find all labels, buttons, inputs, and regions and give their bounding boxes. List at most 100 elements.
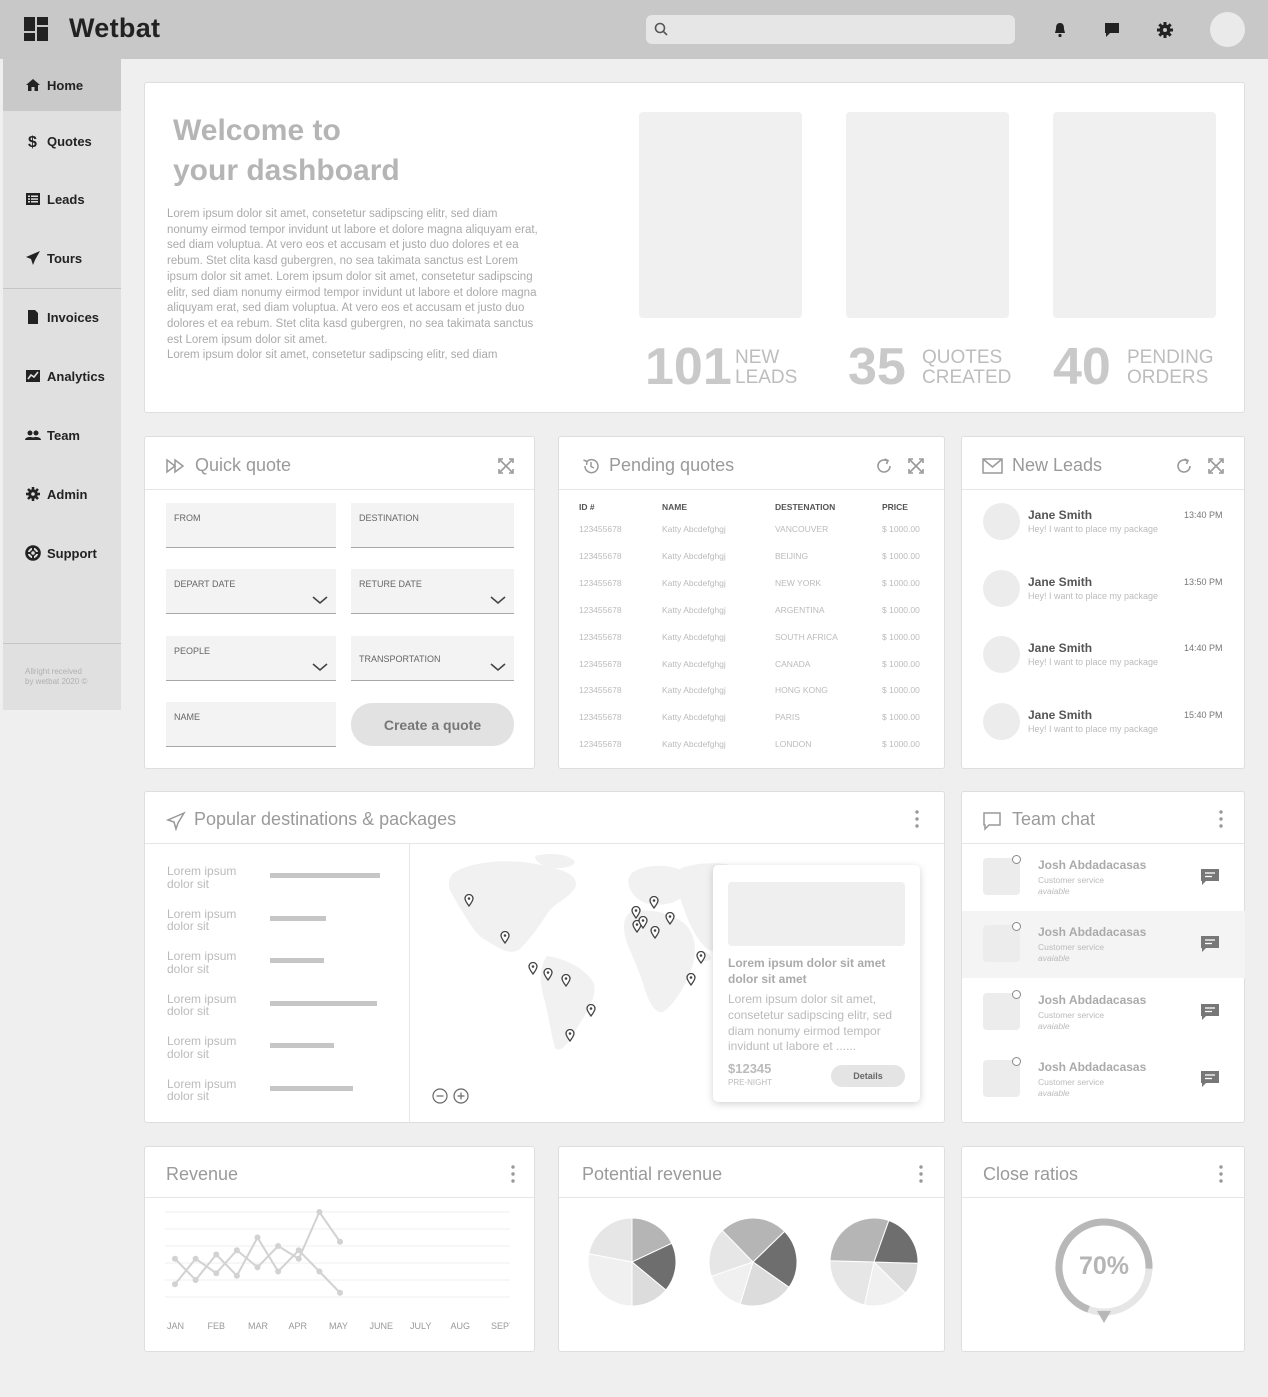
x-tick-label: JAN (167, 1321, 184, 1331)
revenue-data-point (192, 1277, 199, 1283)
column-header: PRICE (882, 502, 908, 512)
member-status: avaiable (1038, 1020, 1070, 1031)
more-options-icon[interactable] (1219, 810, 1223, 828)
sidebar-item-invoices[interactable]: Invoices (3, 291, 121, 343)
table-cell: 123455678 (579, 685, 622, 696)
destination-field[interactable]: DESTINATION (351, 503, 514, 548)
map-pin-icon[interactable] (528, 962, 538, 975)
revenue-data-point (172, 1255, 178, 1262)
more-options-icon[interactable] (1219, 1165, 1223, 1183)
map-pin-icon[interactable] (561, 974, 571, 987)
create-quote-button[interactable]: Create a quote (351, 703, 514, 746)
more-options-icon[interactable] (915, 810, 919, 828)
destination-bar (270, 1043, 334, 1048)
welcome-card: Welcome to your dashboard Lorem ipsum do… (144, 82, 1245, 413)
map-pin-icon[interactable] (649, 896, 659, 909)
sidebar-item-admin[interactable]: Admin (3, 468, 121, 520)
stat-label-line: PENDING (1127, 347, 1214, 368)
zoom-out-icon[interactable] (432, 1088, 448, 1104)
destination-label: Lorem ipsum dolor sit (167, 1077, 257, 1103)
stat-label-pending-orders: PENDING ORDERS (1127, 348, 1227, 388)
chat-member[interactable]: Josh Abdadacasas Customer service avaiable (962, 979, 1245, 1046)
destination-label: Lorem ipsum dolor sit (167, 1035, 257, 1060)
table-cell: 123455678 (579, 577, 622, 588)
sidebar-item-leads[interactable]: Leads (3, 173, 121, 225)
more-options-icon[interactable] (511, 1165, 515, 1183)
sidebar-item-label: Support (47, 545, 97, 561)
map-pin-icon[interactable] (638, 916, 648, 929)
map-pin-icon[interactable] (650, 926, 660, 939)
x-tick-label: APR (289, 1321, 308, 1331)
expand-icon[interactable] (908, 458, 924, 474)
more-options-icon[interactable] (919, 1165, 923, 1183)
message-icon[interactable] (1200, 868, 1220, 886)
sidebar-item-tours[interactable]: Tours (3, 232, 121, 284)
from-field[interactable]: FROM (166, 503, 336, 548)
table-cell: Katty Abcdefghgj (662, 550, 726, 561)
map-pin-icon[interactable] (543, 968, 553, 981)
name-field[interactable]: NAME (166, 702, 336, 747)
stat-image-quotes (846, 112, 1009, 318)
table-cell: $ 1000.00 (882, 550, 920, 561)
stat-label-new-leads: NEW LEADS (735, 348, 835, 388)
avatar (983, 636, 1020, 673)
gear-icon[interactable] (1155, 20, 1175, 40)
brand-name: Wetbat (69, 13, 161, 43)
lead-time: 14:40 PM (1184, 643, 1223, 653)
message-icon[interactable] (1200, 1003, 1220, 1021)
member-role: Customer service (1038, 1009, 1105, 1020)
user-avatar[interactable] (1210, 12, 1245, 47)
card-divider (962, 489, 1244, 490)
sidebar-item-team[interactable]: Team (3, 409, 121, 461)
sidebar-item-analytics[interactable]: Analytics (3, 350, 121, 402)
stat-label-quotes-created: QUOTES CREATED (922, 348, 1022, 388)
map-pin-icon[interactable] (586, 1004, 596, 1017)
map-pin-icon[interactable] (696, 951, 706, 964)
map-pin-icon[interactable] (464, 894, 474, 907)
x-tick-label: FEB (208, 1321, 226, 1331)
sidebar-item-support[interactable]: Support (3, 527, 121, 579)
stat-image-leads (639, 112, 802, 318)
depart-date-field[interactable]: DEPART DATE (166, 569, 336, 614)
refresh-icon[interactable] (875, 457, 893, 475)
revenue-data-point (172, 1281, 178, 1288)
people-field[interactable]: PEOPLE (166, 636, 336, 681)
chat-member[interactable]: Josh Abdadacasas Customer service avaiable (962, 1046, 1245, 1113)
expand-icon[interactable] (498, 458, 514, 474)
map-pin-icon[interactable] (565, 1029, 575, 1042)
chat-member[interactable]: Josh Abdadacasas Customer service avaiable (962, 844, 1245, 911)
message-icon[interactable] (1200, 935, 1220, 953)
world-map[interactable] (435, 852, 755, 1072)
refresh-icon[interactable] (1175, 457, 1193, 475)
sidebar-item-quotes[interactable]: $ Quotes (3, 115, 121, 167)
details-button[interactable]: Details (831, 1065, 905, 1087)
table-cell: $ 1000.00 (882, 712, 920, 723)
close-ratio-value: 70% (1078, 1252, 1130, 1280)
map-pin-icon[interactable] (665, 912, 675, 925)
map-pin-icon[interactable] (686, 973, 696, 986)
revenue-data-point (295, 1247, 302, 1254)
sidebar-divider (3, 288, 121, 289)
table-cell: $ 1000.00 (882, 658, 920, 669)
table-cell: $ 1000.00 (882, 685, 920, 696)
search-input[interactable] (646, 15, 1015, 44)
destination-label-line: dolor sit (167, 876, 210, 891)
table-cell: NEW YORK (775, 577, 822, 588)
table-cell: Katty Abcdefghgj (662, 739, 726, 750)
message-icon[interactable] (1200, 1070, 1220, 1088)
zoom-in-icon[interactable] (453, 1088, 469, 1104)
dollar-icon: $ (28, 134, 37, 149)
pending-quotes-card: Pending quotes ID # NAME DESTENATION PRICE 1… (558, 436, 945, 769)
expand-icon[interactable] (1208, 458, 1224, 474)
copyright-line: Allright received (25, 667, 82, 676)
sidebar-item-home[interactable]: Home (3, 59, 121, 111)
bell-icon[interactable] (1050, 20, 1070, 40)
transportation-field[interactable]: TRANSPORTATION (351, 636, 514, 681)
map-pin-icon[interactable] (500, 931, 510, 944)
chat-member[interactable]: Josh Abdadacasas Customer service avaiable (962, 911, 1245, 979)
return-date-field[interactable]: RETURE DATE (351, 569, 514, 614)
lead-name: Jane Smith (1028, 574, 1093, 589)
member-status: avaiable (1038, 886, 1070, 896)
chat-icon[interactable] (1102, 20, 1122, 40)
chevron-down-icon (312, 663, 328, 672)
